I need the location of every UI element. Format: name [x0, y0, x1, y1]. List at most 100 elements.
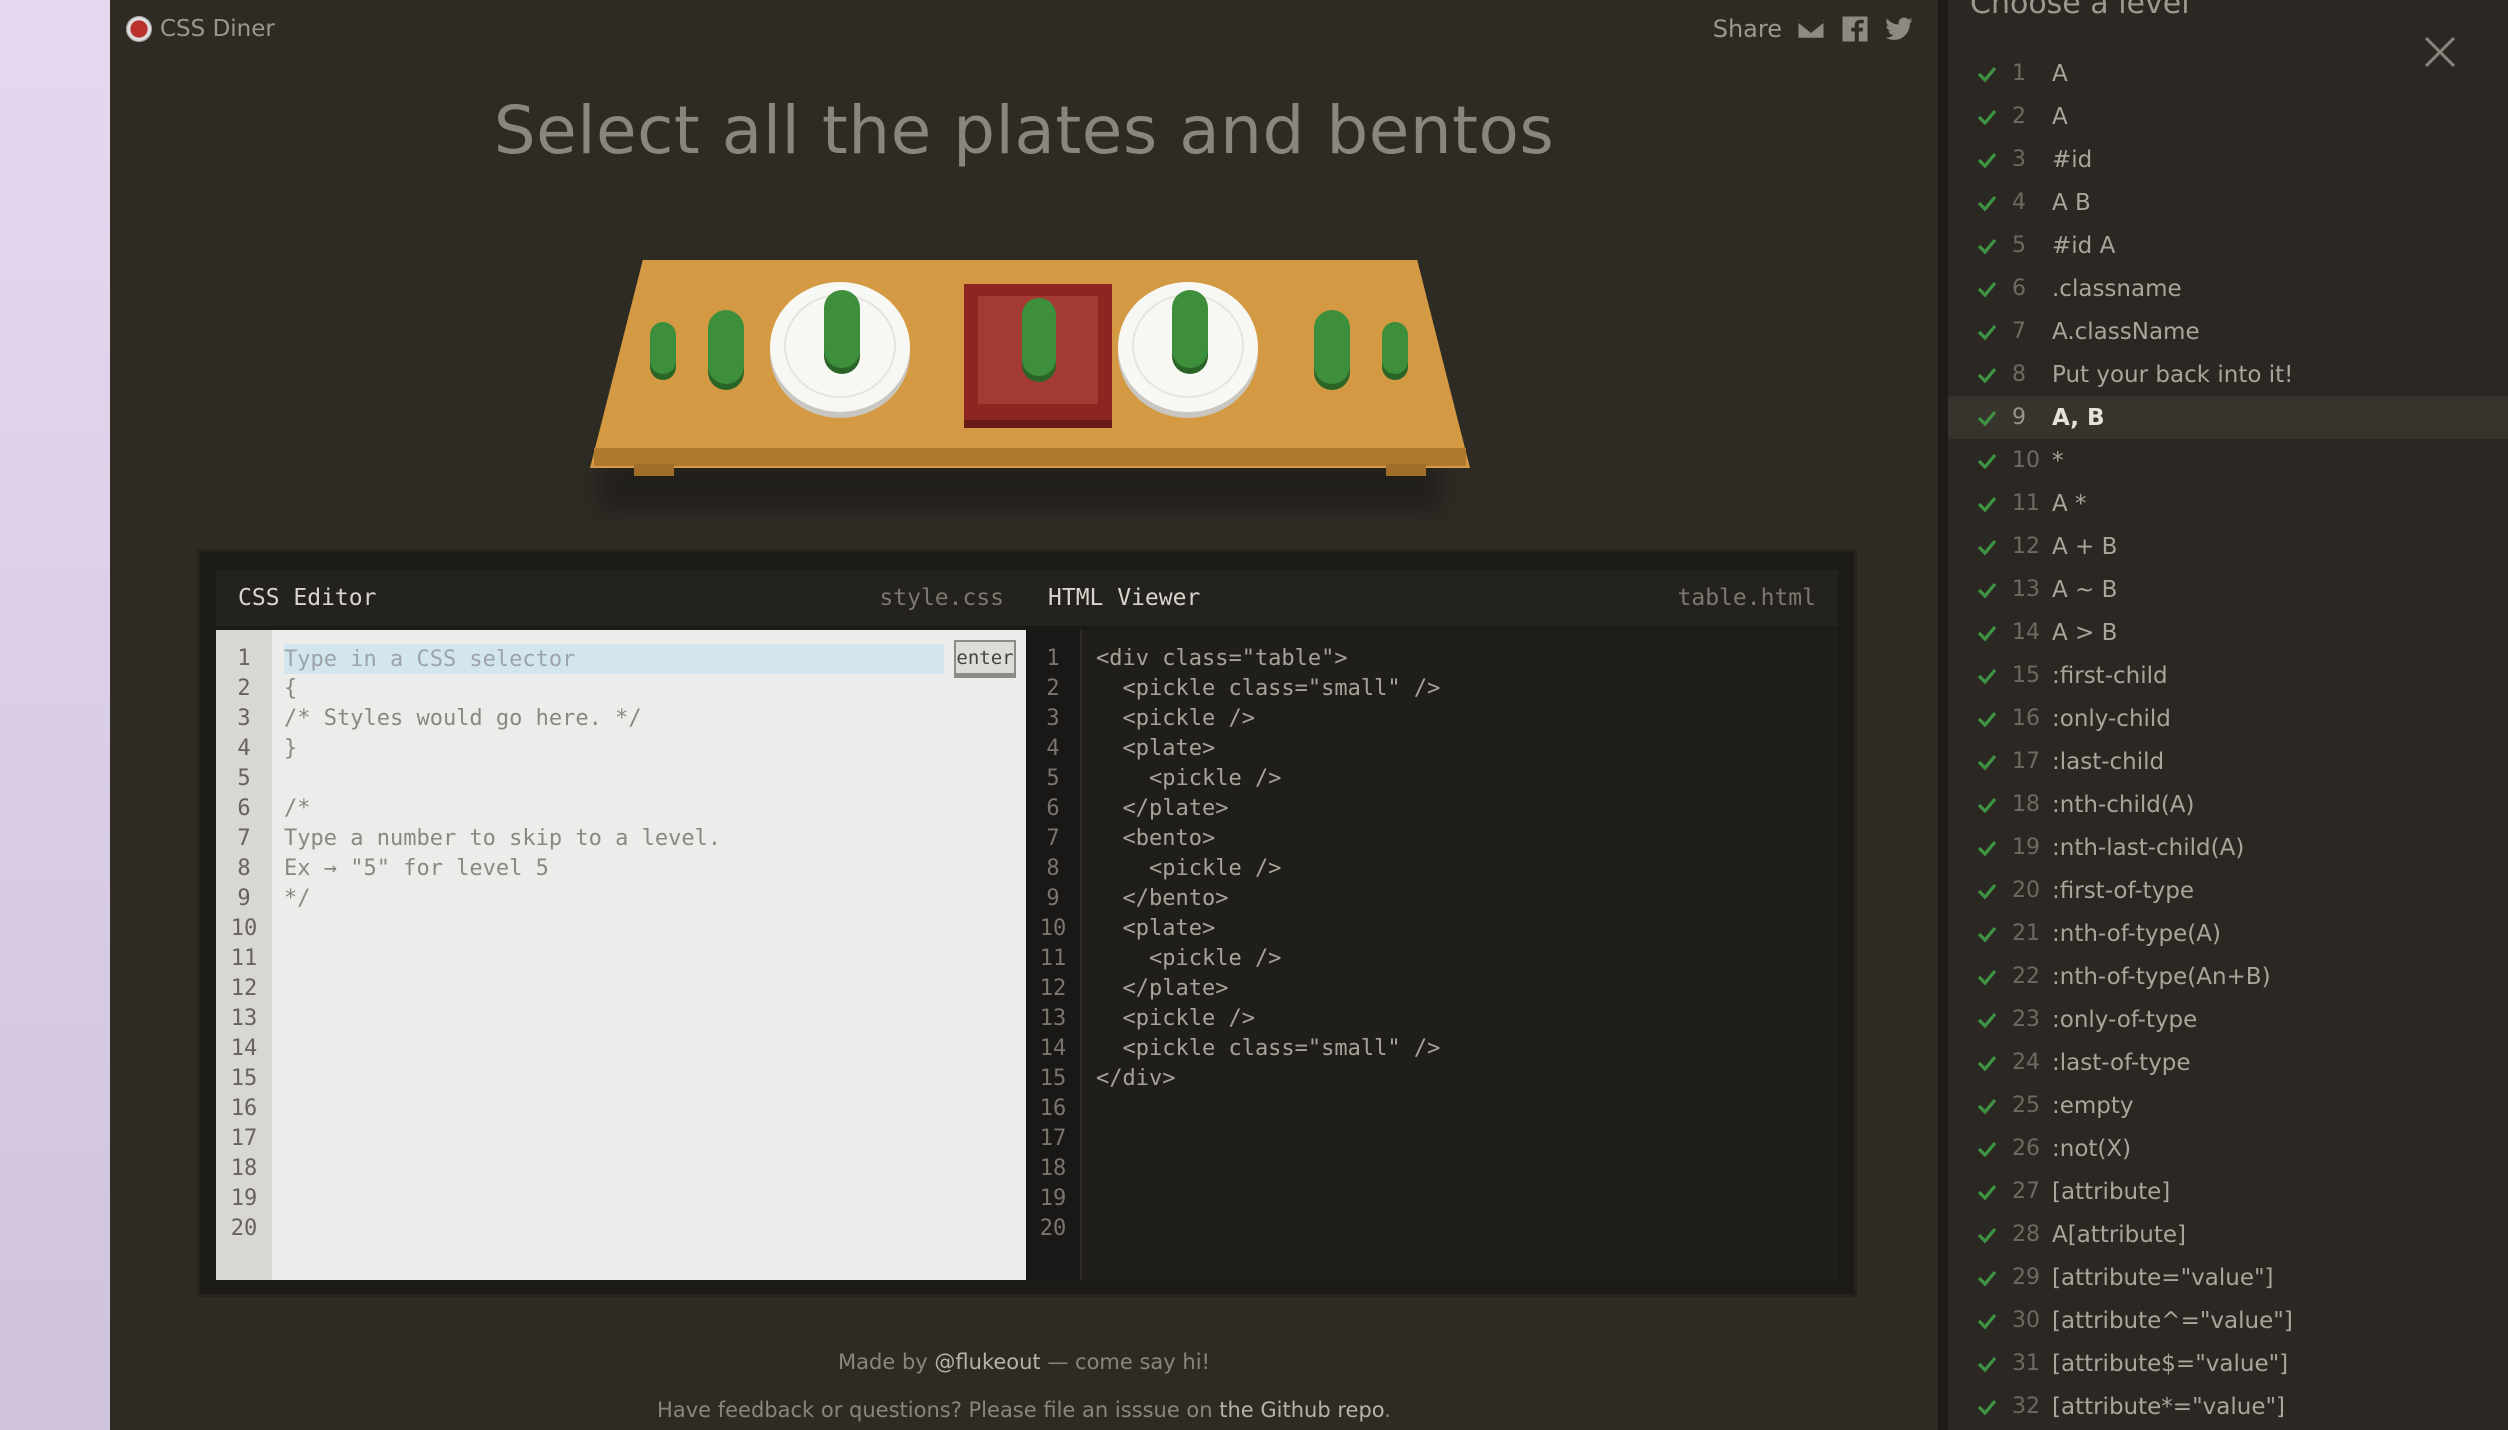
level-name: :nth-last-child(A) [2052, 834, 2245, 861]
feedback: Have feedback or questions? Please file … [110, 1398, 1938, 1422]
level-item[interactable]: 8 Put your back into it! [1948, 353, 2508, 396]
feedback-suffix: . [1384, 1398, 1391, 1422]
level-item[interactable]: 32 [attribute*="value"] [1948, 1385, 2508, 1428]
feedback-prefix: Have feedback or questions? Please file … [657, 1398, 1220, 1422]
bento[interactable] [964, 284, 1112, 420]
level-number: 10 [2012, 448, 2040, 473]
level-item[interactable]: 13 A ~ B [1948, 568, 2508, 611]
level-name: :nth-of-type(An+B) [2052, 963, 2271, 990]
level-item[interactable]: 15:first-child [1948, 654, 2508, 697]
level-item[interactable]: 2A [1948, 95, 2508, 138]
level-item[interactable]: 14 A > B [1948, 611, 2508, 654]
level-item[interactable]: 3 #id [1948, 138, 2508, 181]
level-name: A[attribute] [2052, 1221, 2187, 1248]
level-name: A, B [2052, 404, 2105, 431]
level-item[interactable]: 19 :nth-last-child(A) [1948, 826, 2508, 869]
level-name: A [2052, 60, 2068, 87]
checkmark-icon [1976, 106, 1998, 128]
level-item[interactable]: 20:first-of-type [1948, 869, 2508, 912]
level-item[interactable]: 22:nth-of-type(An+B) [1948, 955, 2508, 998]
css-file-name: style.css [879, 585, 1004, 611]
html-code: <div class="table"> <pickle class="small… [1096, 646, 1441, 1091]
checkmark-icon [1976, 321, 1998, 343]
mail-icon[interactable] [1796, 14, 1826, 44]
checkmark-icon [1976, 880, 1998, 902]
table-leg [634, 464, 674, 476]
checkmark-icon [1976, 794, 1998, 816]
level-name: [attribute] [2052, 1178, 2171, 1205]
level-name: A.className [2052, 318, 2200, 345]
checkmark-icon [1976, 622, 1998, 644]
level-item[interactable]: 21:nth-of-type(A) [1948, 912, 2508, 955]
level-name: A B [2052, 189, 2091, 216]
level-list: 1 A 2 A 3 #id 4 A B 5 #id A 6 .classname 7 A.classNam… [1948, 52, 2508, 1428]
pickle[interactable] [1172, 290, 1208, 368]
pickle-small[interactable] [650, 322, 676, 374]
pickle[interactable] [1022, 298, 1056, 376]
html-viewer-header: HTML Viewer table.html [1026, 570, 1838, 626]
level-item[interactable]: 24:last-of-type [1948, 1041, 2508, 1084]
github-link[interactable]: the Github repo [1219, 1398, 1384, 1422]
background-strip [0, 0, 110, 1430]
level-item[interactable]: 9 A, B [1948, 396, 2508, 439]
level-item[interactable]: 1A [1948, 52, 2508, 95]
html-viewer: 1 2 3 4 5 6 7 8 9 10 11 12 13 14 15 16 1… [1026, 630, 1838, 1280]
level-item[interactable]: 4 A B [1948, 181, 2508, 224]
level-item[interactable]: 12 A + B [1948, 525, 2508, 568]
level-item[interactable]: 25:empty [1948, 1084, 2508, 1127]
checkmark-icon [1976, 63, 1998, 85]
level-name: #id A [2052, 232, 2116, 259]
level-item[interactable]: 5 #id A [1948, 224, 2508, 267]
level-name: .classname [2052, 275, 2182, 302]
level-number: 26 [2012, 1136, 2040, 1161]
css-selector-input[interactable] [284, 644, 944, 674]
facebook-icon[interactable] [1840, 14, 1870, 44]
level-item[interactable]: 27 [attribute] [1948, 1170, 2508, 1213]
credits: Made by @flukeout — come say hi! [110, 1350, 1938, 1374]
level-item[interactable]: 30 [attribute^="value"] [1948, 1299, 2508, 1342]
plate[interactable] [1118, 282, 1258, 412]
html-line-numbers: 1 2 3 4 5 6 7 8 9 10 11 12 13 14 15 16 1… [1026, 630, 1082, 1280]
pickle[interactable] [708, 310, 744, 384]
app-name: CSS Diner [160, 16, 275, 42]
level-name: :only-of-type [2052, 1006, 2198, 1033]
level-item[interactable]: 16:only-child [1948, 697, 2508, 740]
level-item[interactable]: 23:only-of-type [1948, 998, 2508, 1041]
level-number: 13 [2012, 577, 2040, 602]
level-item[interactable]: 31 [attribute$="value"] [1948, 1342, 2508, 1385]
level-item[interactable]: 29 [attribute="value"] [1948, 1256, 2508, 1299]
checkmark-icon [1976, 837, 1998, 859]
level-name: [attribute$="value"] [2052, 1350, 2289, 1377]
plate[interactable] [770, 282, 910, 412]
css-editor: 1 2 3 4 5 6 7 8 9 10 11 12 13 14 15 16 1… [216, 630, 1026, 1280]
level-item[interactable]: 10 * [1948, 439, 2508, 482]
checkmark-icon [1976, 278, 1998, 300]
pickle-small[interactable] [1382, 322, 1408, 374]
brand[interactable]: CSS Diner [126, 16, 275, 42]
level-number: 28 [2012, 1222, 2040, 1247]
level-item[interactable]: 6 .classname [1948, 267, 2508, 310]
checkmark-icon [1976, 536, 1998, 558]
level-item[interactable]: 11 A * [1948, 482, 2508, 525]
pickle[interactable] [1314, 310, 1350, 384]
level-number: 30 [2012, 1308, 2040, 1333]
level-name: A * [2052, 490, 2087, 517]
level-name: A + B [2052, 533, 2118, 560]
level-item[interactable]: 17:last-child [1948, 740, 2508, 783]
level-item[interactable]: 26:not(X) [1948, 1127, 2508, 1170]
level-item[interactable]: 18:nth-child(A) [1948, 783, 2508, 826]
level-item[interactable]: 28 A[attribute] [1948, 1213, 2508, 1256]
checkmark-icon [1976, 235, 1998, 257]
twitter-icon[interactable] [1884, 14, 1914, 44]
enter-button[interactable]: enter [954, 640, 1016, 678]
checkmark-icon [1976, 665, 1998, 687]
pickle[interactable] [824, 290, 860, 368]
author-link[interactable]: @flukeout [934, 1350, 1040, 1374]
level-item[interactable]: 7 A.className [1948, 310, 2508, 353]
level-number: 19 [2012, 835, 2040, 860]
level-number: 27 [2012, 1179, 2040, 1204]
level-number: 24 [2012, 1050, 2040, 1075]
level-name: [attribute*="value"] [2052, 1393, 2286, 1420]
level-number: 25 [2012, 1093, 2040, 1118]
level-number: 14 [2012, 620, 2040, 645]
